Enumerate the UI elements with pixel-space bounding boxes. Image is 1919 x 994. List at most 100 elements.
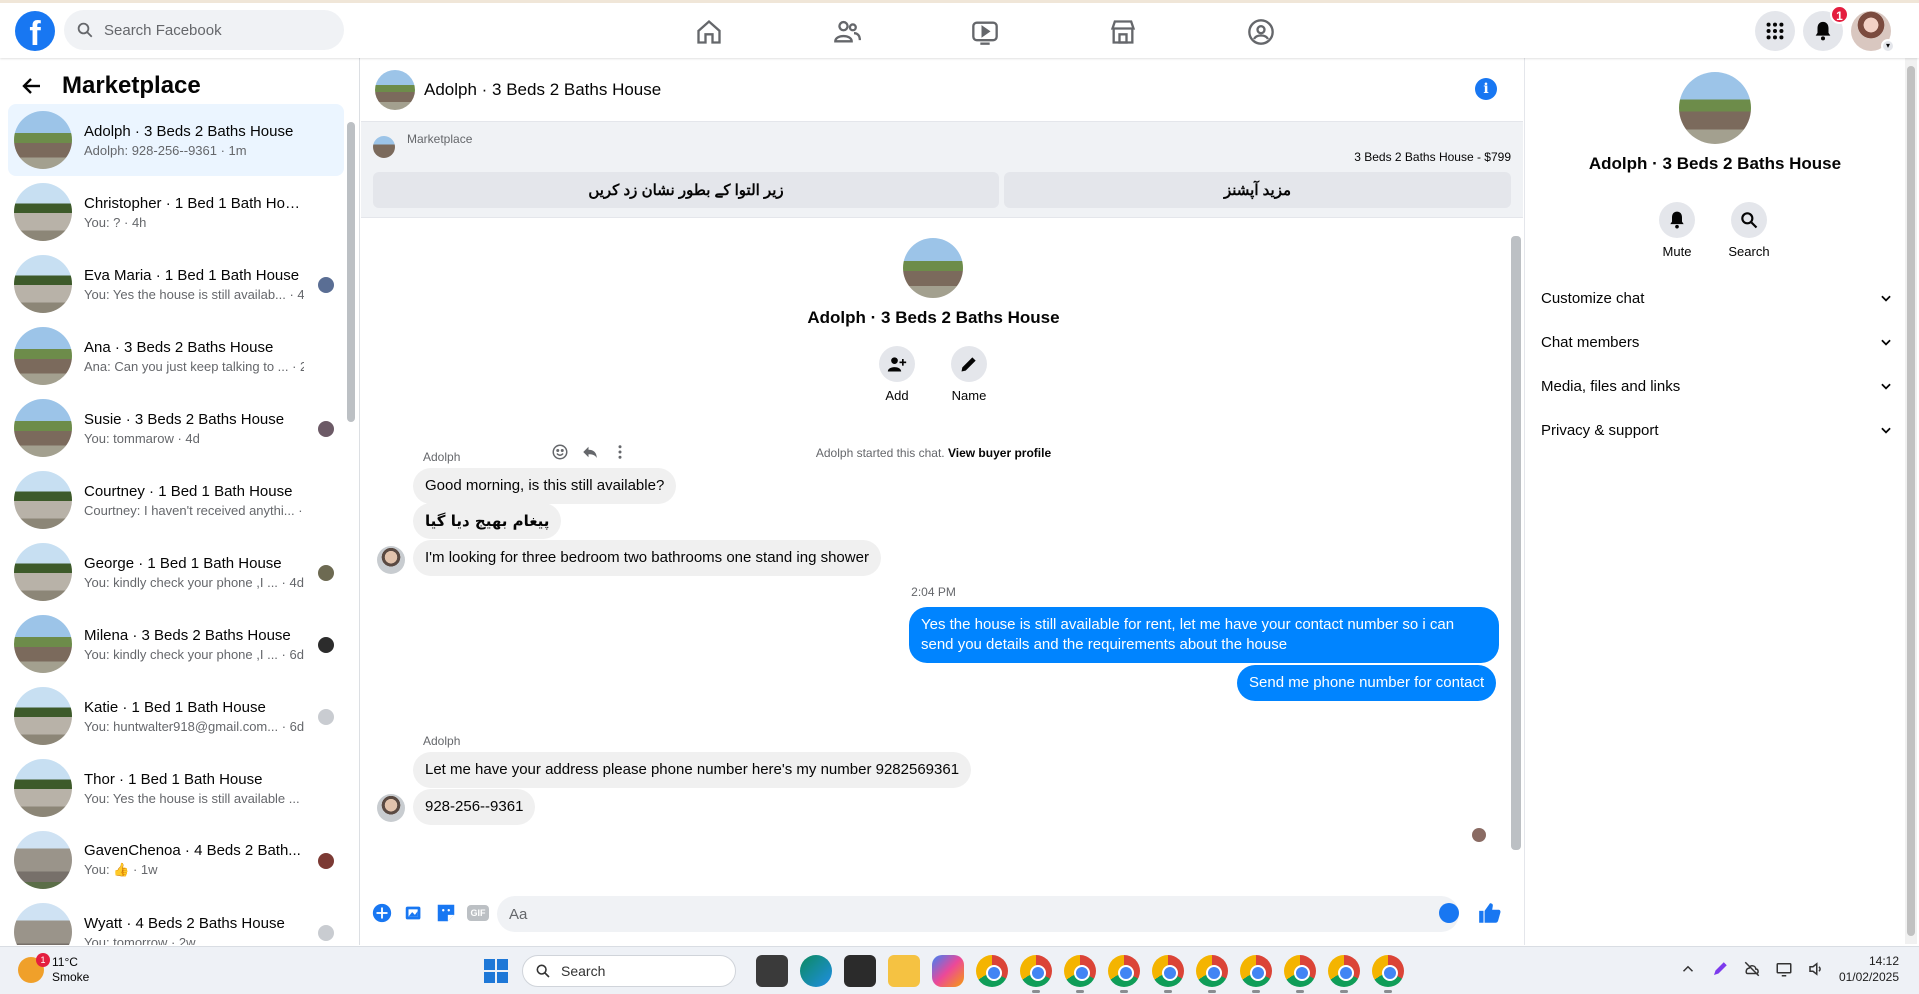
notification-badge: 1 (1830, 5, 1849, 24)
sender-name: Adolph (423, 734, 461, 748)
chrome-profile-icon[interactable] (1284, 955, 1316, 993)
clock[interactable]: 14:12 01/02/2025 (1839, 953, 1899, 985)
chat-members-section[interactable]: Chat members (1541, 320, 1893, 364)
chrome-profile-icon[interactable] (1240, 955, 1272, 993)
conversation-item[interactable]: Susie · 3 Beds 2 Baths House You: tommaro… (8, 392, 344, 464)
chat-header-thumbnail[interactable] (375, 69, 415, 110)
conversation-item[interactable]: Milena · 3 Beds 2 Baths House You: kindly… (8, 608, 344, 680)
message-bubble-outgoing[interactable]: Yes the house is still available for ren… (909, 607, 1499, 663)
chrome-profile-icon[interactable] (1064, 955, 1096, 993)
sender-avatar[interactable] (377, 546, 405, 574)
sidebar-scrollbar[interactable] (345, 106, 355, 941)
message-bubble-incoming[interactable]: 928-256--9361 (413, 789, 536, 825)
emoji-icon[interactable] (1439, 903, 1459, 923)
conversation-name: Milena · 3 Beds 2 Baths House (84, 626, 291, 644)
search-placeholder: Search Facebook (104, 21, 222, 39)
facebook-logo[interactable]: f (15, 11, 55, 51)
start-button[interactable] (484, 959, 508, 983)
conversation-item[interactable]: George · 1 Bed 1 Bath House You: kindly c… (8, 536, 344, 608)
listing-title-price[interactable]: 3 Beds 2 Baths House - $799 (1354, 150, 1511, 164)
mute-action[interactable]: Mute (1659, 202, 1695, 259)
customize-chat-section[interactable]: Customize chat (1541, 276, 1893, 320)
video-tab[interactable] (916, 7, 1054, 57)
add-people-action[interactable]: Add (879, 346, 915, 403)
message-bubble-incoming[interactable]: I'm looking for three bedroom two bathro… (413, 540, 881, 576)
info-icon[interactable]: i (1475, 78, 1497, 100)
cloud-off-icon[interactable] (1743, 960, 1761, 978)
marketplace-tab[interactable] (1054, 7, 1192, 57)
chrome-profile-icon[interactable] (1108, 955, 1140, 993)
react-emoji-icon[interactable] (551, 443, 569, 461)
file-explorer-icon[interactable] (888, 955, 920, 987)
chat-scrollbar[interactable] (1509, 222, 1521, 882)
task-view-icon[interactable] (756, 955, 788, 987)
seen-avatar (318, 421, 334, 437)
page-scrollbar[interactable] (1905, 58, 1917, 944)
search-label: Search (1728, 244, 1770, 259)
conversation-item[interactable]: Ana · 3 Beds 2 Baths House Ana: Can you j… (8, 320, 344, 392)
profile-avatar-button[interactable]: ▾ (1851, 11, 1895, 53)
message-bubble-incoming[interactable]: پیغام بھیج دیا گیا (413, 503, 562, 539)
pen-icon[interactable] (1711, 960, 1729, 978)
name-chat-action[interactable]: Name (951, 346, 987, 403)
back-arrow-icon[interactable] (20, 74, 44, 98)
conversation-preview: You: Yes the house is still available ..… (84, 790, 304, 806)
groups-tab[interactable] (1192, 7, 1330, 57)
conversation-name: GavenChenoa · 4 Beds 2 Bath... (84, 842, 301, 859)
notes-app-icon[interactable] (844, 955, 876, 987)
conversation-item[interactable]: Adolph · 3 Beds 2 Baths House Adolph: 928… (8, 104, 344, 176)
conversation-item[interactable]: Courtney · 1 Bed 1 Bath House Courtney: I… (8, 464, 344, 536)
more-dots-icon[interactable] (611, 443, 629, 461)
weather-widget[interactable]: 1 11°C Smoke (18, 953, 89, 985)
chevron-up-icon[interactable] (1679, 960, 1697, 978)
notifications-button[interactable]: 1 (1803, 5, 1849, 51)
message-input[interactable]: Aa (497, 896, 1459, 932)
media-files-links-section[interactable]: Media, files and links (1541, 364, 1893, 408)
network-icon[interactable] (1775, 960, 1793, 978)
conversation-item[interactable]: Eva Maria · 1 Bed 1 Bath House You: Yes t… (8, 248, 344, 320)
conversation-preview: You: tommarow · 4d (84, 430, 200, 446)
chrome-profile-icon[interactable] (1020, 955, 1052, 993)
conversation-item[interactable]: GavenChenoa · 4 Beds 2 Bath... You: 👍 · 1… (8, 824, 344, 896)
volume-icon[interactable] (1807, 960, 1825, 978)
chrome-profile-icon[interactable] (1152, 955, 1184, 993)
search-facebook-input[interactable]: Search Facebook (64, 10, 344, 50)
more-actions-button[interactable] (371, 902, 393, 924)
message-bubble-incoming[interactable]: Let me have your address please phone nu… (413, 752, 972, 788)
taskbar-search[interactable]: Search (522, 955, 736, 987)
menu-button[interactable] (1755, 11, 1795, 51)
search-in-chat-action[interactable]: Search (1728, 202, 1770, 259)
friends-tab[interactable] (778, 7, 916, 57)
attach-photo-button[interactable] (403, 902, 425, 924)
chat-header-title[interactable]: Adolph · 3 Beds 2 Baths House (424, 80, 661, 100)
conversation-item[interactable]: Katie · 1 Bed 1 Bath House You: huntwalte… (8, 680, 344, 752)
chrome-profile-icon[interactable] (1328, 955, 1360, 993)
chrome-profile-icon[interactable] (1372, 955, 1404, 993)
home-tab[interactable] (640, 7, 778, 57)
reply-icon[interactable] (581, 443, 599, 461)
privacy-support-section[interactable]: Privacy & support (1541, 408, 1893, 452)
sticker-button[interactable] (435, 902, 457, 924)
thumbs-up-icon[interactable] (1477, 900, 1503, 926)
conversation-item[interactable]: Wyatt · 4 Beds 2 Baths House You: tomorro… (8, 896, 344, 945)
mark-as-pending-button[interactable]: زیر التوا کے بطور نشان زد کریں (373, 172, 999, 208)
chrome-profile-icon[interactable] (1196, 955, 1228, 993)
edge-browser-icon[interactable] (800, 955, 832, 987)
conversation-item[interactable]: Christopher · 1 Bed 1 Bath House You: ? ·… (8, 176, 344, 248)
copilot-icon[interactable] (932, 955, 964, 987)
scrollbar-thumb[interactable] (1907, 66, 1915, 936)
sender-avatar[interactable] (377, 794, 405, 822)
message-bubble-incoming[interactable]: Good morning, is this still available? (413, 468, 677, 504)
scrollbar-thumb[interactable] (1511, 236, 1521, 850)
chrome-icon[interactable] (976, 955, 1008, 987)
more-options-button[interactable]: مزید آپشنز (1004, 172, 1511, 208)
message-bubble-outgoing[interactable]: Send me phone number for contact (1237, 665, 1497, 701)
view-buyer-profile-link[interactable]: View buyer profile (948, 446, 1051, 460)
gif-button[interactable]: GIF (467, 905, 489, 921)
conversation-preview: Ana: Can you just keep talking to ... · … (84, 358, 304, 374)
details-sections: Customize chat Chat members Media, files… (1541, 276, 1893, 452)
listing-thumbnail (14, 831, 72, 889)
scrollbar-thumb[interactable] (347, 122, 355, 422)
conversation-item[interactable]: Thor · 1 Bed 1 Bath House You: Yes the ho… (8, 752, 344, 824)
details-listing-thumbnail[interactable] (1679, 72, 1751, 144)
